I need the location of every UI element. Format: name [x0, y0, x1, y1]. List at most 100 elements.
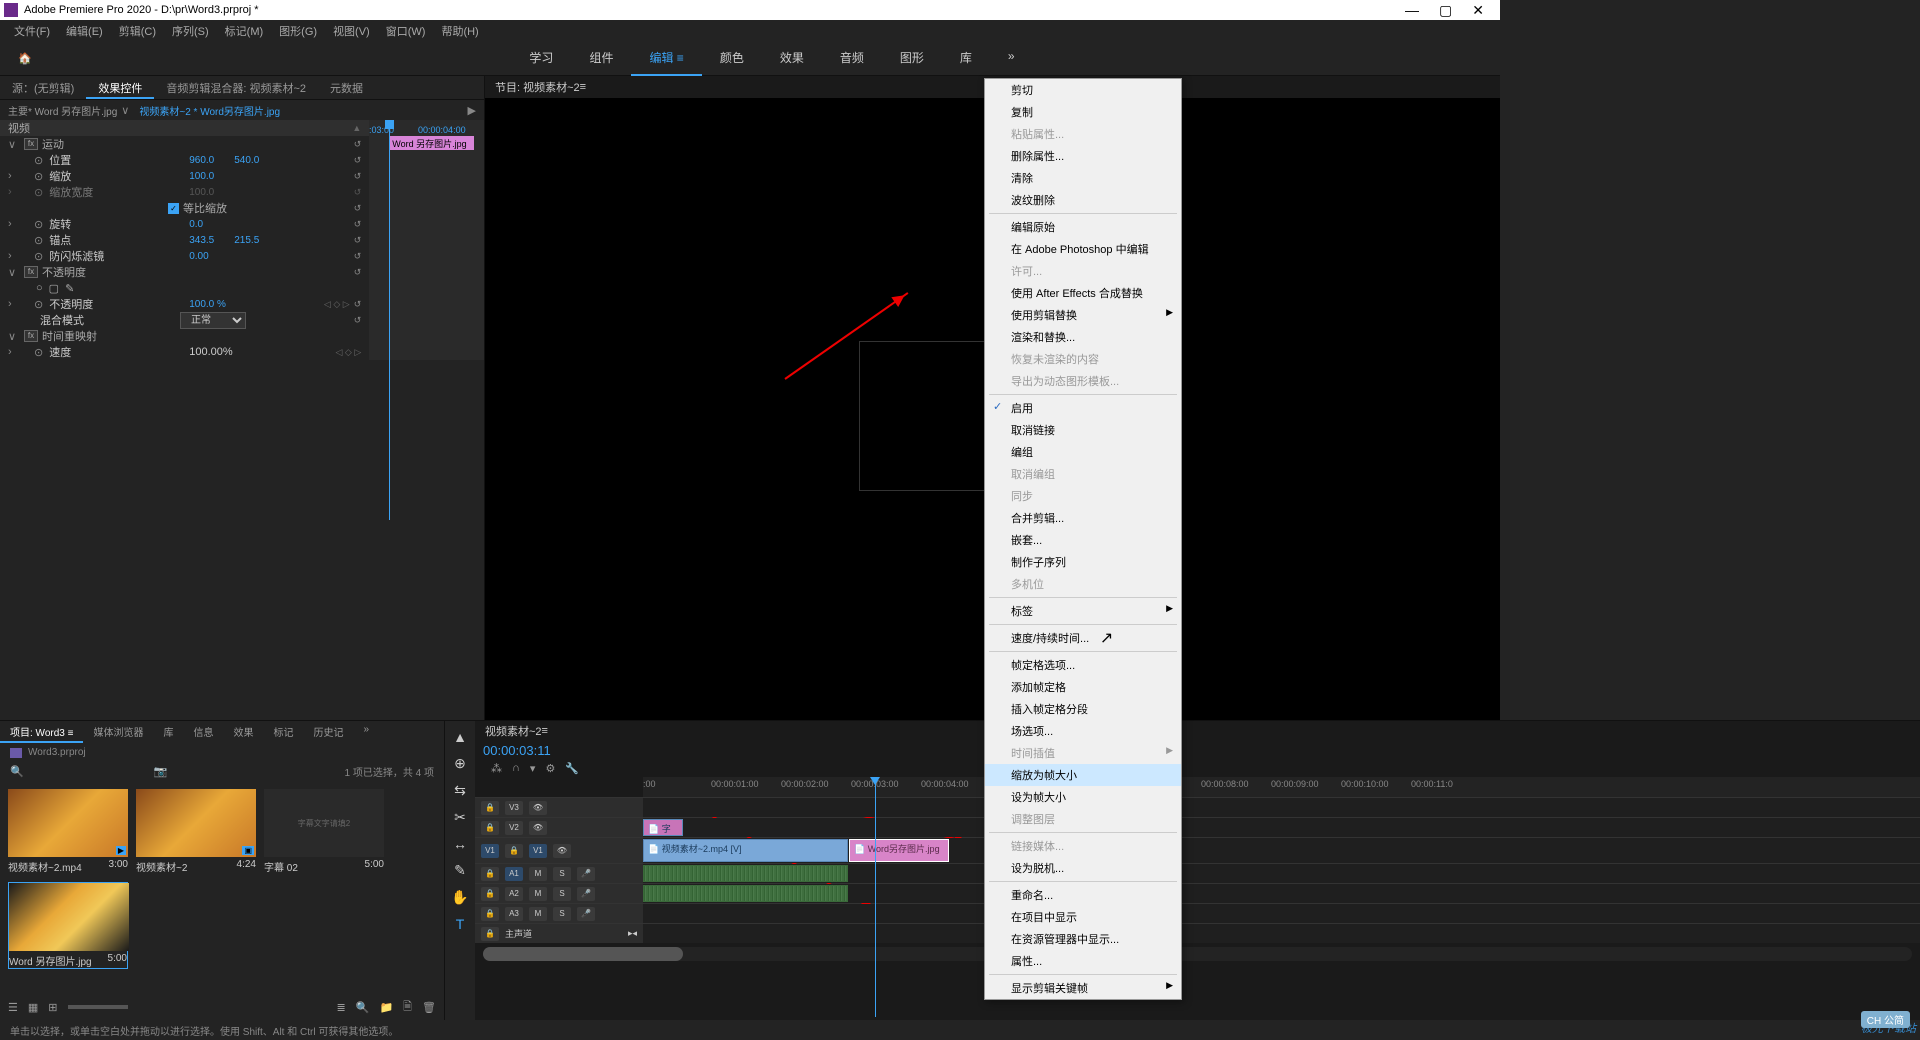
workspace-overflow[interactable]: »	[990, 41, 1033, 76]
ctx-缩放为帧大小[interactable]: 缩放为帧大小	[985, 764, 1181, 786]
lock-master[interactable]: 🔒	[481, 927, 499, 941]
tab-effect-controls[interactable]: 效果控件	[86, 76, 154, 99]
project-item-0[interactable]: ▶ 视频素材~2.mp43:00	[8, 789, 128, 874]
scroll-thumb[interactable]	[483, 947, 683, 961]
ime-indicator[interactable]: CH 公简	[1861, 1011, 1910, 1028]
workspace-graphics[interactable]: 图形	[882, 41, 942, 76]
ec-clip[interactable]: 视频素材~2 * Word另存图片.jpg	[139, 103, 280, 118]
tab-project[interactable]: 项目: Word3 ≡	[0, 721, 83, 743]
toggle-output[interactable]: 👁	[529, 801, 547, 815]
solo[interactable]: S	[553, 907, 571, 921]
ctx-设为脱机...[interactable]: 设为脱机...	[985, 857, 1181, 879]
pen-mask-icon[interactable]: ✎	[65, 282, 74, 295]
menu-sequence[interactable]: 序列(S)	[166, 21, 215, 41]
timeline-h-scrollbar[interactable]	[483, 947, 1912, 961]
mute[interactable]: M	[529, 867, 547, 881]
menu-file[interactable]: 文件(F)	[8, 21, 56, 41]
tab-libraries[interactable]: 库	[153, 721, 183, 743]
ec-opacity[interactable]: ∨ fx 不透明度 ↺	[0, 264, 369, 280]
menu-clip[interactable]: 剪辑(C)	[113, 21, 162, 41]
new-bin-icon[interactable]: 📁	[379, 1001, 393, 1014]
snap-icon[interactable]: ⁂	[491, 762, 502, 775]
ec-motion[interactable]: ∨ fx 运动 ↺	[0, 136, 369, 152]
uniform-checkbox[interactable]: ✓	[168, 203, 179, 214]
menu-graphics[interactable]: 图形(G)	[273, 21, 323, 41]
scale-value[interactable]: 100.0	[189, 171, 214, 182]
zoom-slider[interactable]	[68, 1005, 128, 1009]
ctx-帧定格选项...[interactable]: 帧定格选项...	[985, 654, 1181, 676]
new-item-icon[interactable]: 🗎	[403, 998, 412, 1017]
timeline-playhead[interactable]	[875, 777, 876, 1017]
ctx-在 Adobe Photoshop 中编辑[interactable]: 在 Adobe Photoshop 中编辑	[985, 238, 1181, 260]
menu-edit[interactable]: 编辑(E)	[60, 21, 109, 41]
ctx-在资源管理器中显示...[interactable]: 在资源管理器中显示...	[985, 928, 1181, 950]
linked-icon[interactable]: ∩	[512, 762, 520, 775]
ellipse-mask-icon[interactable]: ○	[36, 282, 43, 295]
tab-effects[interactable]: 效果	[223, 721, 263, 743]
ctx-属性...[interactable]: 属性...	[985, 950, 1181, 972]
tab-source[interactable]: 源：(无剪辑)	[0, 76, 86, 99]
tab-overflow[interactable]: »	[353, 721, 379, 743]
razor-tool[interactable]: ✂	[454, 809, 466, 826]
slip-tool[interactable]: ↔	[453, 836, 467, 852]
clip-video[interactable]: 📄 视频素材~2.mp4 [V]	[643, 839, 848, 862]
pen-tool[interactable]: ✎	[454, 862, 466, 879]
sort-icon[interactable]: ≣	[337, 1001, 346, 1014]
flicker-value[interactable]: 0.00	[189, 251, 208, 262]
reset-icon[interactable]: ↺	[354, 139, 362, 150]
ctx-制作子序列[interactable]: 制作子序列	[985, 551, 1181, 573]
lock-a2[interactable]: 🔒	[481, 887, 499, 901]
workspace-libraries[interactable]: 库	[942, 41, 990, 76]
camera-icon[interactable]: 📷	[154, 765, 168, 778]
ctx-编辑原始[interactable]: 编辑原始	[985, 216, 1181, 238]
ctx-复制[interactable]: 复制	[985, 101, 1181, 123]
ctx-启用[interactable]: 启用✓	[985, 397, 1181, 419]
ctx-编组[interactable]: 编组	[985, 441, 1181, 463]
solo[interactable]: S	[553, 887, 571, 901]
position-y[interactable]: 540.0	[234, 155, 259, 166]
lock-a1[interactable]: 🔒	[481, 867, 499, 881]
toggle-output[interactable]: 👁	[529, 821, 547, 835]
position-x[interactable]: 960.0	[189, 155, 214, 166]
ctx-渲染和替换...[interactable]: 渲染和替换...	[985, 326, 1181, 348]
ctx-使用 After Effects 合成替换[interactable]: 使用 After Effects 合成替换	[985, 282, 1181, 304]
rotation-value[interactable]: 0.0	[189, 219, 203, 230]
anchor-x[interactable]: 343.5	[189, 235, 214, 246]
ctx-插入帧定格分段[interactable]: 插入帧定格分段	[985, 698, 1181, 720]
rect-mask-icon[interactable]: ▢	[49, 282, 59, 295]
clip-subtitle[interactable]: 📄 字幕	[643, 819, 683, 836]
workspace-assembly[interactable]: 组件	[571, 41, 631, 76]
ctx-删除属性...[interactable]: 删除属性...	[985, 145, 1181, 167]
clip-image[interactable]: 📄 Word另存图片.jpg	[849, 839, 949, 862]
timeline-ruler[interactable]: :00 00:00:01:00 00:00:02:00 00:00:03:00 …	[643, 777, 1920, 797]
toggle-output[interactable]: 👁	[553, 844, 571, 858]
ec-master[interactable]: 主要* Word 另存图片.jpg	[8, 103, 117, 118]
blend-select[interactable]: 正常	[180, 312, 246, 329]
search-icon[interactable]: 🔍	[10, 765, 24, 778]
lock-a3[interactable]: 🔒	[481, 907, 499, 921]
tab-audio-mixer[interactable]: 音频剪辑混合器: 视频素材~2	[154, 76, 318, 99]
workspace-color[interactable]: 颜色	[702, 41, 762, 76]
ripple-tool[interactable]: ⇆	[454, 782, 466, 799]
tab-info[interactable]: 信息	[183, 721, 223, 743]
lock-v1[interactable]: 🔒	[505, 844, 523, 858]
ctx-标签[interactable]: 标签▶	[985, 600, 1181, 622]
tab-metadata[interactable]: 元数据	[318, 76, 375, 99]
workspace-learn[interactable]: 学习	[511, 41, 571, 76]
tab-markers[interactable]: 标记	[263, 721, 303, 743]
ctx-设为帧大小[interactable]: 设为帧大小	[985, 786, 1181, 808]
ctx-添加帧定格[interactable]: 添加帧定格	[985, 676, 1181, 698]
workspace-editing[interactable]: 编辑 ≡	[631, 41, 701, 76]
menu-marker[interactable]: 标记(M)	[219, 21, 270, 41]
menu-help[interactable]: 帮助(H)	[435, 21, 484, 41]
find-icon[interactable]: 🔍	[356, 1001, 370, 1014]
track-select-tool[interactable]: ⊕	[454, 755, 466, 772]
menu-view[interactable]: 视图(V)	[327, 21, 376, 41]
ctx-显示剪辑关键帧[interactable]: 显示剪辑关键帧▶	[985, 977, 1181, 999]
lock-v2[interactable]: 🔒	[481, 821, 499, 835]
selection-tool[interactable]: ▲	[453, 729, 467, 745]
ctx-合并剪辑...[interactable]: 合并剪辑...	[985, 507, 1181, 529]
ctx-剪切[interactable]: 剪切	[985, 79, 1181, 101]
lock-v3[interactable]: 🔒	[481, 801, 499, 815]
settings-icon[interactable]: ⚙	[545, 762, 555, 775]
